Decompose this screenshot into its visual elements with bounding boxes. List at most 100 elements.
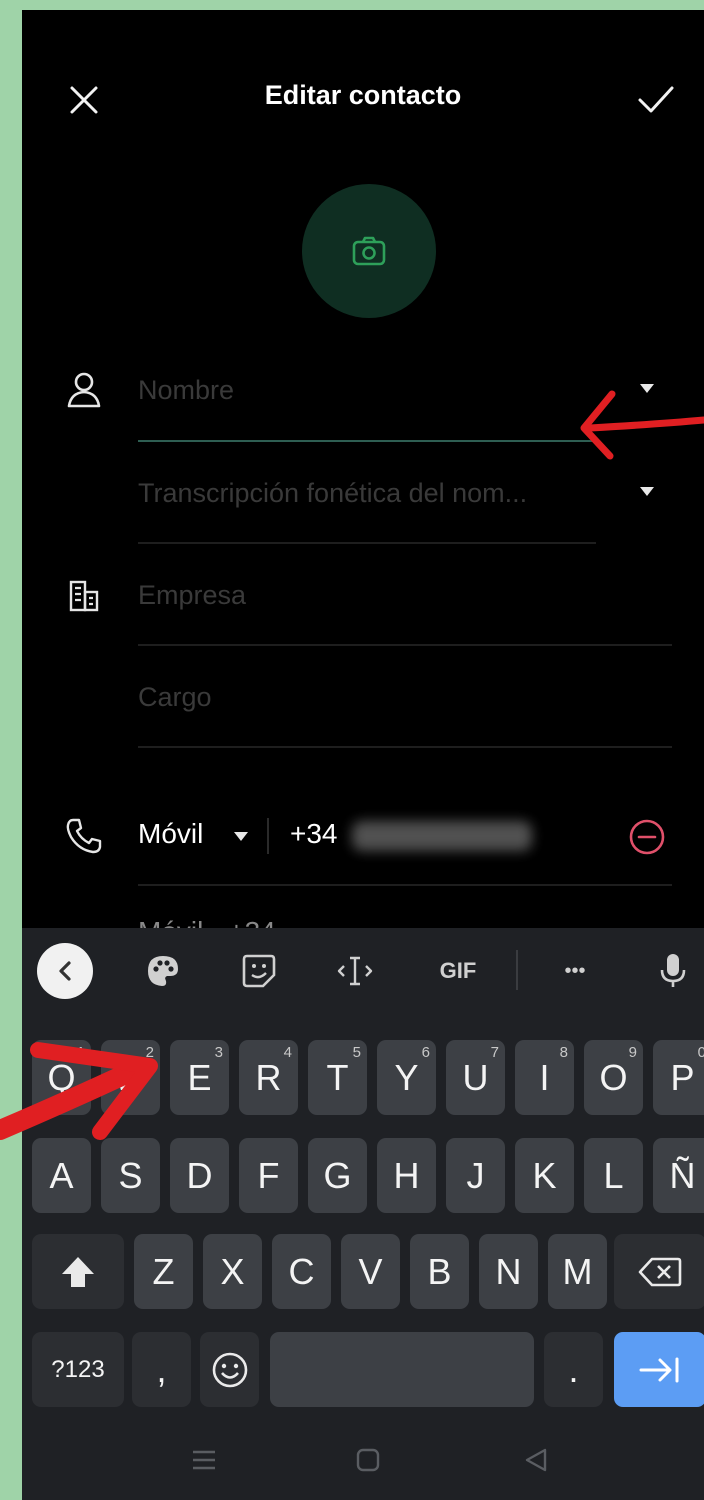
- company-field[interactable]: Empresa: [138, 570, 246, 620]
- back-triangle-icon: [525, 1448, 547, 1472]
- palette-icon: [148, 956, 178, 986]
- key-p[interactable]: P0: [653, 1040, 704, 1115]
- camera-icon: [352, 236, 386, 266]
- backspace-key[interactable]: [614, 1234, 704, 1309]
- key-number-hint: 5: [352, 1044, 361, 1061]
- recents-button[interactable]: [184, 1442, 224, 1478]
- key-number-hint: 1: [76, 1044, 85, 1061]
- name-field[interactable]: Nombre: [138, 365, 234, 415]
- phonetic-underline: [138, 542, 596, 544]
- key-f[interactable]: F: [239, 1138, 298, 1213]
- mic-icon: [660, 954, 686, 987]
- comma-key[interactable]: ,: [132, 1332, 191, 1407]
- cursor-icon: [337, 956, 373, 986]
- symbols-key[interactable]: ?123: [32, 1332, 124, 1407]
- check-icon: [638, 86, 674, 113]
- phone-icon: [62, 814, 106, 858]
- key-j[interactable]: J: [446, 1138, 505, 1213]
- phone-number-blurred[interactable]: [352, 821, 532, 851]
- space-key[interactable]: [270, 1332, 534, 1407]
- phonetic-placeholder: Transcripción fonética del nom...: [138, 477, 528, 508]
- key-a[interactable]: A: [32, 1138, 91, 1213]
- minus-circle-icon: [629, 819, 665, 855]
- save-button[interactable]: [626, 70, 686, 130]
- key-q[interactable]: Q1: [32, 1040, 91, 1115]
- key-k[interactable]: K: [515, 1138, 574, 1213]
- key-number-hint: 2: [145, 1044, 154, 1061]
- toolbar-separator: [516, 950, 518, 990]
- menu-icon: [193, 1450, 215, 1470]
- key-l[interactable]: L: [584, 1138, 643, 1213]
- phonetic-expand-icon[interactable]: [640, 487, 654, 496]
- emoji-key[interactable]: [200, 1332, 259, 1407]
- theme-button[interactable]: [138, 946, 188, 996]
- key-s[interactable]: S: [101, 1138, 160, 1213]
- more-button[interactable]: •••: [550, 946, 600, 996]
- key-z[interactable]: Z: [134, 1234, 193, 1309]
- key-number-hint: 6: [421, 1044, 430, 1061]
- key-v[interactable]: V: [341, 1234, 400, 1309]
- next-field-key[interactable]: [614, 1332, 704, 1407]
- name-expand-icon[interactable]: [640, 384, 654, 393]
- phone-type-dropdown-icon[interactable]: [234, 832, 248, 841]
- voice-input-button[interactable]: [648, 946, 698, 996]
- name-placeholder: Nombre: [138, 374, 235, 405]
- key-n[interactable]: N: [479, 1234, 538, 1309]
- person-icon: [62, 368, 106, 412]
- building-icon: [62, 574, 106, 618]
- sticker-icon: [242, 954, 276, 988]
- shift-icon: [62, 1256, 94, 1287]
- key-i[interactable]: I8: [515, 1040, 574, 1115]
- phone-divider: [267, 818, 269, 854]
- phone-screen: Editar contacto Nombre Transcripción fon…: [22, 10, 704, 1500]
- key-r[interactable]: R4: [239, 1040, 298, 1115]
- key-number-hint: 4: [283, 1044, 292, 1061]
- key-x[interactable]: X: [203, 1234, 262, 1309]
- cursor-control-button[interactable]: [330, 946, 380, 996]
- key-u[interactable]: U7: [446, 1040, 505, 1115]
- company-underline: [138, 644, 672, 646]
- key-m[interactable]: M: [548, 1234, 607, 1309]
- phone-type-selector[interactable]: Móvil: [138, 818, 203, 850]
- phone-underline: [138, 884, 672, 886]
- back-button[interactable]: [516, 1442, 556, 1478]
- key-number-hint: 9: [628, 1044, 637, 1061]
- key-d[interactable]: D: [170, 1138, 229, 1213]
- tab-arrow-icon: [639, 1357, 679, 1382]
- gif-button[interactable]: GIF: [428, 946, 488, 996]
- backspace-icon: [638, 1257, 682, 1286]
- key-c[interactable]: C: [272, 1234, 331, 1309]
- key-number-hint: 0: [697, 1044, 704, 1061]
- phonetic-name-field[interactable]: Transcripción fonética del nom...: [138, 468, 527, 518]
- system-navbar: [22, 1420, 704, 1500]
- home-button[interactable]: [348, 1442, 388, 1478]
- key-ñ[interactable]: Ñ: [653, 1138, 704, 1213]
- key-number-hint: 3: [214, 1044, 223, 1061]
- phone-country-code[interactable]: +34: [290, 818, 338, 850]
- remove-phone-button[interactable]: [626, 816, 668, 858]
- key-t[interactable]: T5: [308, 1040, 367, 1115]
- company-placeholder: Empresa: [138, 579, 247, 610]
- key-number-hint: 7: [490, 1044, 499, 1061]
- name-underline: [138, 440, 596, 442]
- keyboard-back-button[interactable]: [37, 943, 93, 999]
- job-title-underline: [138, 746, 672, 748]
- key-e[interactable]: E3: [170, 1040, 229, 1115]
- key-o[interactable]: O9: [584, 1040, 643, 1115]
- home-square-icon: [356, 1448, 380, 1472]
- page-title: Editar contacto: [264, 80, 462, 110]
- key-y[interactable]: Y6: [377, 1040, 436, 1115]
- key-number-hint: 8: [559, 1044, 568, 1061]
- add-photo-button[interactable]: [302, 184, 436, 318]
- keyboard: GIF ••• Q1W2E3R4T5Y6U7I8O9P0 ASDFGHJKLÑ: [22, 928, 704, 1500]
- job-title-field[interactable]: Cargo: [138, 672, 212, 722]
- keyboard-toolbar: GIF •••: [22, 928, 704, 1014]
- sticker-button[interactable]: [234, 946, 284, 996]
- key-g[interactable]: G: [308, 1138, 367, 1213]
- shift-key[interactable]: [32, 1234, 124, 1309]
- key-b[interactable]: B: [410, 1234, 469, 1309]
- period-key[interactable]: .: [544, 1332, 603, 1407]
- job-title-placeholder: Cargo: [138, 681, 212, 712]
- key-h[interactable]: H: [377, 1138, 436, 1213]
- key-w[interactable]: W2: [101, 1040, 160, 1115]
